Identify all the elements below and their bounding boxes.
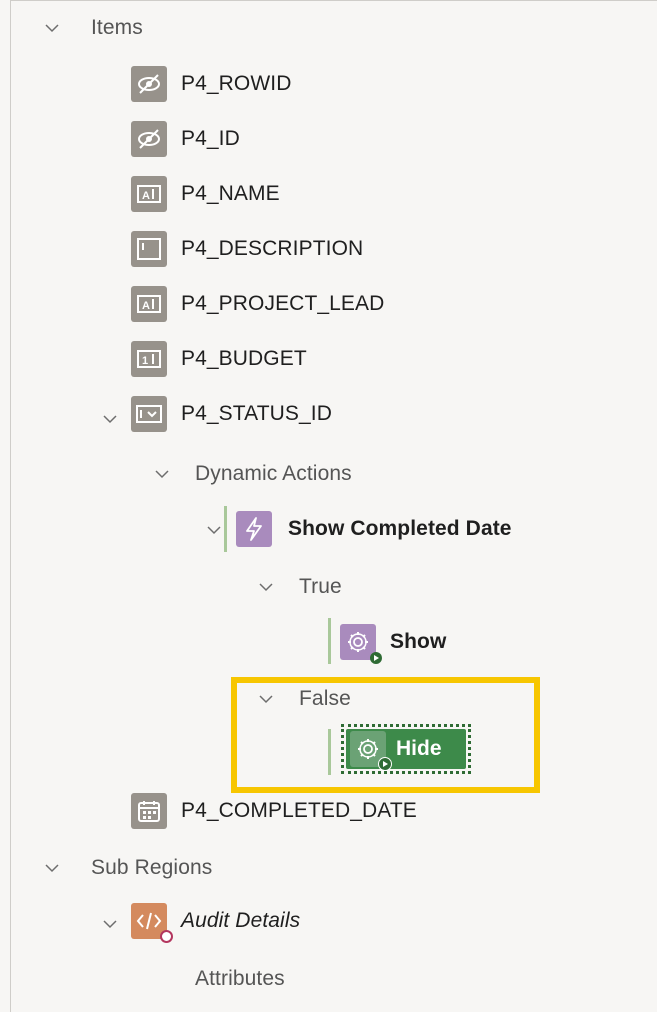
tree-node-item[interactable]: A P4_PROJECT_LEAD: [131, 284, 384, 324]
tree-node-region[interactable]: Audit Details: [131, 901, 301, 943]
chevron-down-icon[interactable]: [259, 692, 273, 706]
tree-node-label: P4_NAME: [181, 182, 280, 205]
tree-node-label: Hide: [396, 737, 442, 760]
tree-node-label: Show Completed Date: [288, 517, 512, 540]
page-designer-tree: Items P4_ROWID P4_ID A P4_NAME P4_DESCRI…: [10, 0, 657, 1012]
selected-node: Hide: [346, 729, 466, 771]
hidden-item-icon: [131, 66, 167, 102]
tree-node-sub-regions[interactable]: Sub Regions: [91, 848, 212, 888]
chevron-down-icon[interactable]: [103, 917, 117, 931]
svg-text:A: A: [142, 300, 150, 312]
tree-connector: [328, 729, 331, 775]
tree-node-label: Sub Regions: [91, 856, 213, 879]
chevron-down-icon[interactable]: [45, 21, 59, 35]
tree-node-label: P4_ID: [181, 127, 240, 150]
text-field-icon: A: [131, 286, 167, 322]
status-badge-icon: [160, 930, 173, 943]
tree-node-label: Dynamic Actions: [195, 462, 352, 485]
tree-node-item[interactable]: P4_DESCRIPTION: [131, 229, 363, 269]
tree-node-item[interactable]: P4_COMPLETED_DATE: [131, 791, 417, 831]
tree-node-label: Audit Details: [181, 909, 301, 932]
tree-node-action-hide[interactable]: Hide: [341, 724, 471, 774]
lightning-icon: [236, 511, 272, 547]
tree-node-items[interactable]: Items: [91, 8, 143, 48]
tree-connector: [328, 618, 331, 664]
tree-node-true[interactable]: True: [299, 567, 342, 607]
play-badge-icon: [378, 757, 392, 771]
tree-node-label: Show: [390, 630, 447, 653]
tree-node-label: Attributes: [195, 967, 285, 990]
tree-node-item[interactable]: 1 P4_BUDGET: [131, 339, 307, 379]
svg-text:A: A: [142, 190, 150, 202]
tree-node-label: Items: [91, 16, 143, 39]
gear-icon: [340, 624, 382, 664]
svg-text:1: 1: [142, 355, 148, 367]
select-list-icon: [131, 396, 167, 432]
tree-node-label: True: [299, 575, 342, 598]
code-region-icon: [131, 903, 173, 943]
tree-node-item[interactable]: P4_STATUS_ID: [131, 394, 332, 434]
number-field-icon: 1: [131, 341, 167, 377]
tree-node-label: P4_DESCRIPTION: [181, 237, 364, 260]
tree-node-label: P4_COMPLETED_DATE: [181, 799, 417, 822]
tree-node-action-show[interactable]: Show: [340, 622, 447, 664]
tree-node-label: False: [299, 687, 351, 710]
tree-node-dynamic-action[interactable]: Show Completed Date: [236, 509, 512, 549]
tree-node-false[interactable]: False: [299, 679, 351, 719]
hidden-item-icon: [131, 121, 167, 157]
tree-node-item[interactable]: P4_ID: [131, 119, 240, 159]
chevron-down-icon[interactable]: [207, 523, 221, 537]
gear-icon: [350, 731, 392, 771]
tree-node-item[interactable]: A P4_NAME: [131, 174, 280, 214]
chevron-down-icon[interactable]: [103, 412, 117, 426]
text-field-icon: A: [131, 176, 167, 212]
tree-node-label: P4_PROJECT_LEAD: [181, 292, 385, 315]
calendar-icon: [131, 793, 167, 829]
tree-node-label: P4_STATUS_ID: [181, 402, 332, 425]
tree-node-dynamic-actions[interactable]: Dynamic Actions: [195, 454, 352, 494]
play-badge-icon: [370, 652, 382, 664]
chevron-down-icon[interactable]: [45, 861, 59, 875]
chevron-down-icon[interactable]: [259, 580, 273, 594]
tree-node-item[interactable]: P4_ROWID: [131, 64, 292, 104]
tree-node-attributes[interactable]: Attributes: [195, 959, 285, 999]
textarea-icon: [131, 231, 167, 267]
chevron-down-icon[interactable]: [155, 467, 169, 481]
tree-connector: [224, 506, 227, 552]
tree-node-label: P4_BUDGET: [181, 347, 307, 370]
tree-node-label: P4_ROWID: [181, 72, 292, 95]
